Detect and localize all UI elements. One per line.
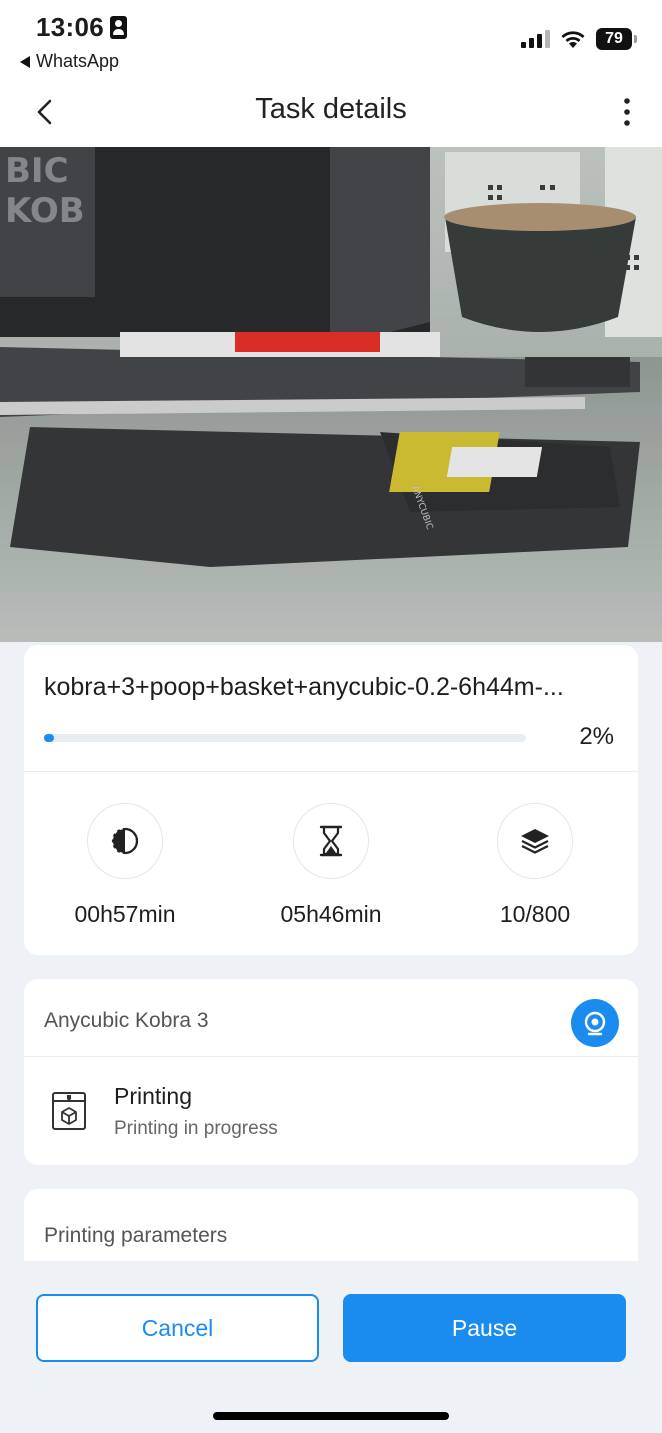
half-circle-clock-icon [87, 803, 163, 879]
elapsed-time-value: 00h57min [74, 901, 176, 927]
print-status-title: Printing [114, 1083, 192, 1109]
header-area: 13:06 WhatsApp 79 Task details [0, 0, 662, 147]
layers-icon [497, 803, 573, 879]
back-triangle-icon [20, 55, 30, 68]
page-title: Task details [255, 93, 407, 125]
file-name: kobra+3+poop+basket+anycubic-0.2-6h44m-.… [44, 673, 564, 701]
stat-remaining-time: 05h46min [241, 803, 421, 928]
print-status-subtitle: Printing in progress [114, 1118, 278, 1139]
stat-layers: 10/800 [445, 803, 625, 928]
stat-elapsed-time: 00h57min [35, 803, 215, 928]
camera-button[interactable] [571, 999, 619, 1047]
remaining-time-value: 05h46min [280, 901, 382, 927]
more-vertical-icon[interactable] [610, 95, 644, 129]
signal-icon [521, 30, 550, 48]
camera-icon [584, 1011, 606, 1036]
id-badge-icon [110, 16, 127, 39]
battery-level: 79 [605, 30, 623, 47]
hourglass-icon [293, 803, 369, 879]
task-progress-card: kobra+3+poop+basket+anycubic-0.2-6h44m-.… [24, 645, 638, 955]
status-bar-time: 13:06 [36, 12, 127, 43]
battery-icon: 79 [596, 28, 637, 50]
printer-box-icon [52, 1092, 86, 1130]
camera-feed[interactable]: ANYCUBIC BIC KOB [0, 147, 662, 642]
wifi-icon [561, 31, 585, 48]
camera-feed-image: ANYCUBIC BIC KOB [0, 147, 662, 642]
progress-bar-fill [44, 734, 54, 742]
back-app-label: WhatsApp [36, 51, 120, 71]
cancel-button[interactable]: Cancel [36, 1294, 319, 1362]
device-name: Anycubic Kobra 3 [44, 1009, 209, 1032]
navigation-bar: Task details [0, 85, 662, 141]
divider [24, 771, 638, 772]
status-bar-indicators: 79 [521, 28, 637, 50]
bottom-action-bar: Cancel Pause [0, 1261, 662, 1433]
back-to-app-link[interactable]: WhatsApp [20, 51, 119, 72]
device-card: Anycubic Kobra 3 Printing Printing in pr… [24, 979, 638, 1165]
pause-button[interactable]: Pause [343, 1294, 626, 1362]
printing-parameters-title: Printing parameters [44, 1224, 228, 1247]
progress-bar [44, 734, 526, 742]
divider [24, 1056, 638, 1057]
time-text: 13:06 [36, 12, 104, 42]
home-indicator [213, 1412, 449, 1420]
layers-value: 10/800 [499, 901, 571, 927]
progress-percent: 2% [579, 723, 614, 750]
